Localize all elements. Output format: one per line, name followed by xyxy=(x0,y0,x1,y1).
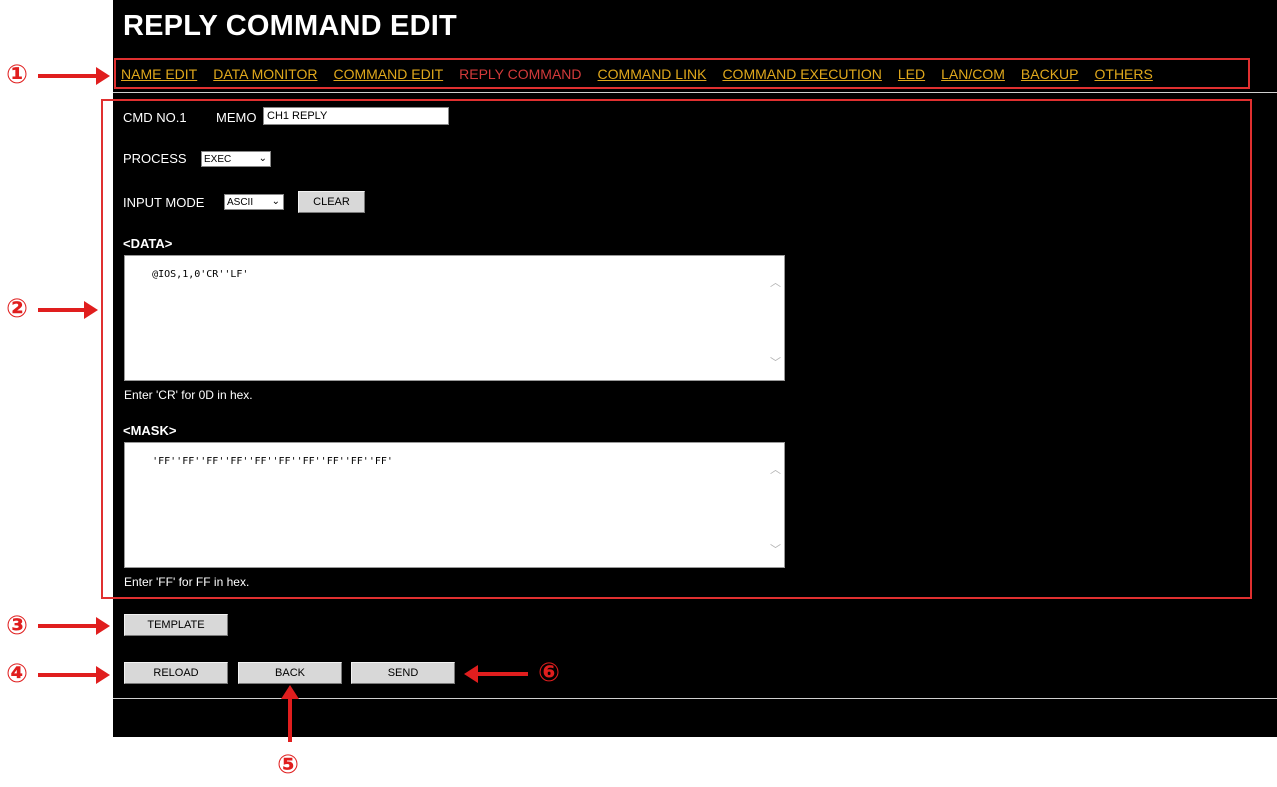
callout-4: ④ xyxy=(6,659,29,689)
callout-1: ① xyxy=(6,60,29,90)
arrow-right-icon xyxy=(38,617,110,635)
callout-box-nav xyxy=(114,58,1250,89)
arrow-right-icon xyxy=(38,67,110,85)
callout-5: ⑤ xyxy=(277,750,300,780)
callout-3: ③ xyxy=(6,611,29,641)
page-title: REPLY COMMAND EDIT xyxy=(123,10,457,42)
arrow-right-icon xyxy=(38,301,98,319)
arrow-left-icon xyxy=(464,665,528,683)
callout-6: ⑥ xyxy=(538,658,561,688)
template-button[interactable]: TEMPLATE xyxy=(124,614,228,636)
back-button[interactable]: BACK xyxy=(238,662,342,684)
send-button[interactable]: SEND xyxy=(351,662,455,684)
divider-top xyxy=(113,92,1277,93)
reload-button[interactable]: RELOAD xyxy=(124,662,228,684)
callout-2: ② xyxy=(6,294,29,324)
callout-box-form xyxy=(101,99,1252,599)
arrow-right-icon xyxy=(38,666,110,684)
arrow-up-icon xyxy=(281,685,299,742)
